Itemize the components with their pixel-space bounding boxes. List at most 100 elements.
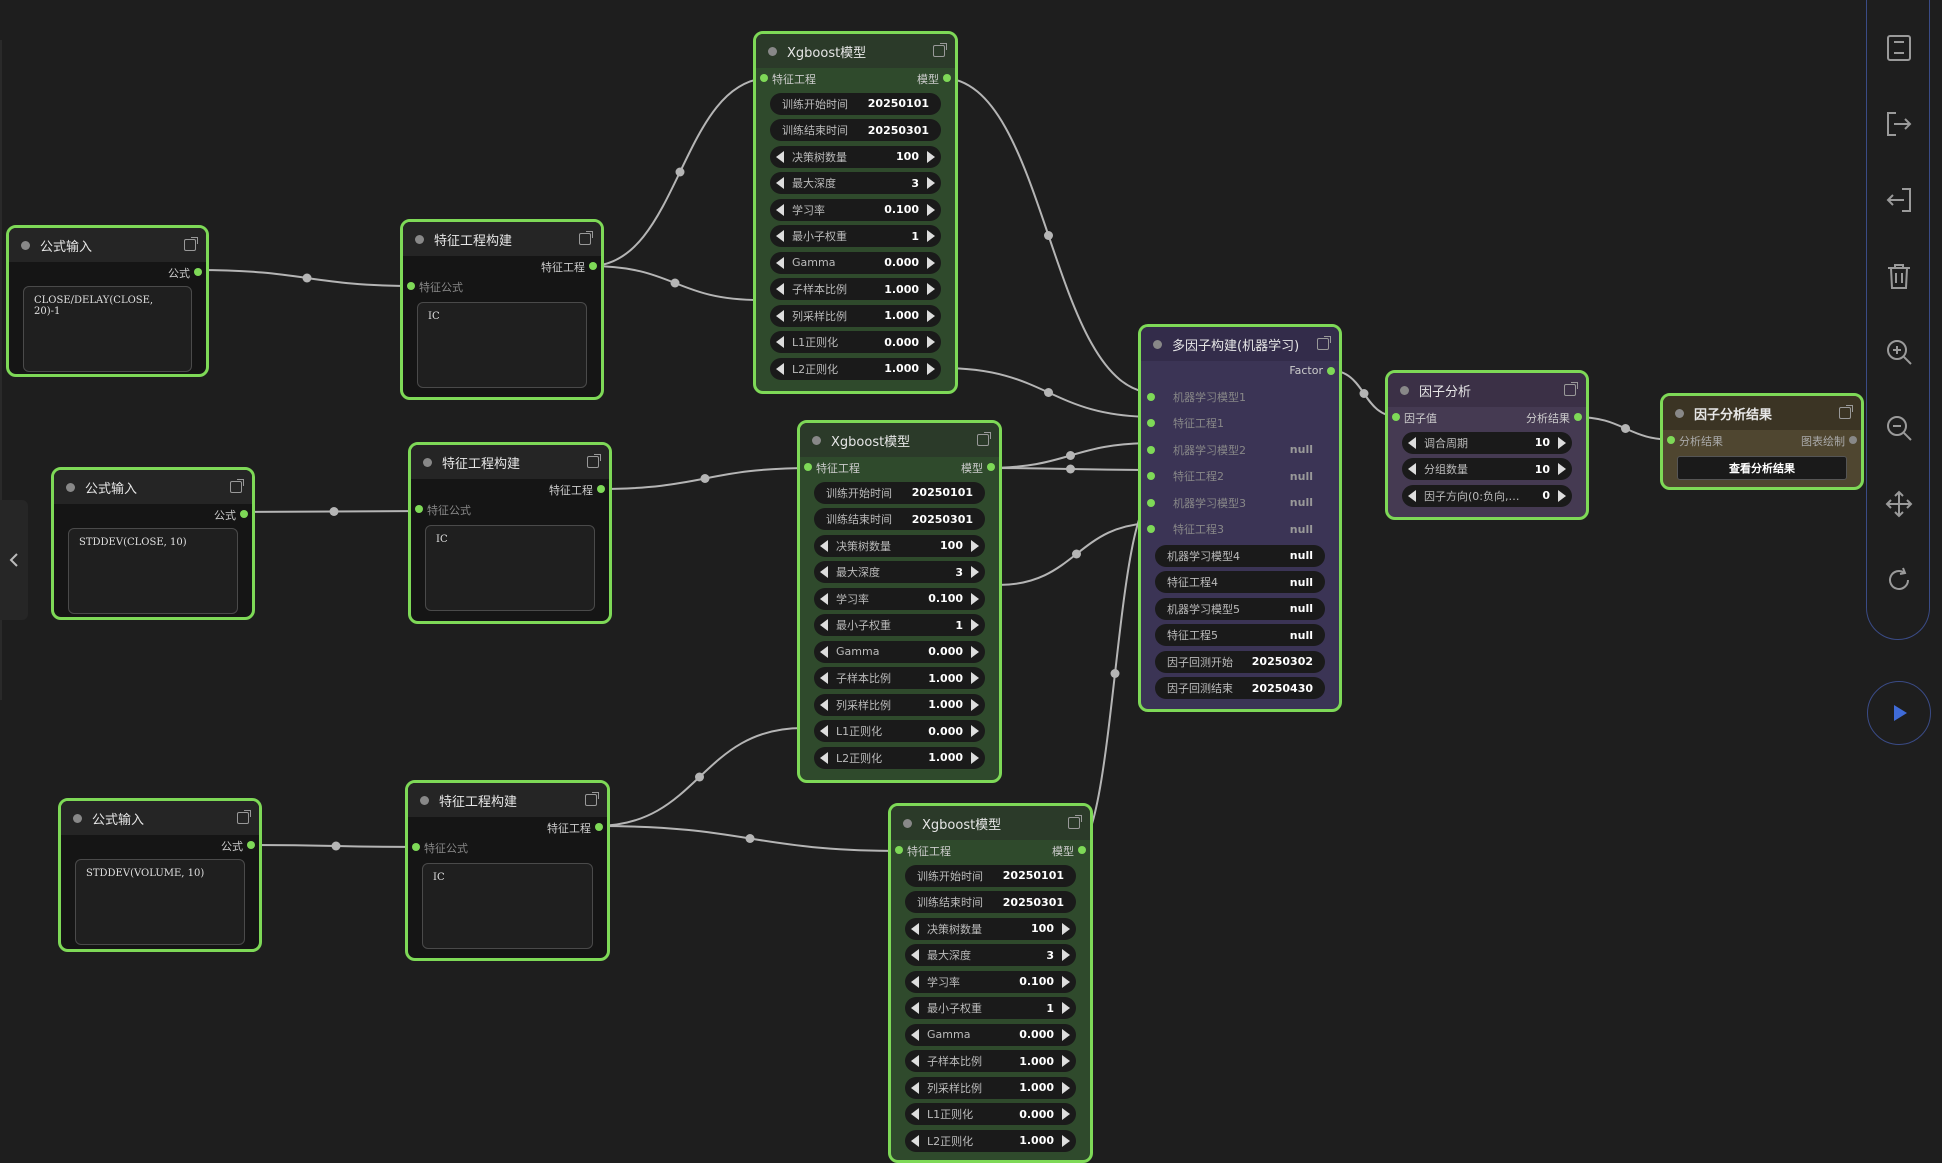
view-results-button[interactable]: 查看分析结果 <box>1677 456 1847 480</box>
increment-arrow-icon[interactable] <box>927 230 935 242</box>
edit-icon[interactable] <box>585 792 599 806</box>
decrement-arrow-icon[interactable] <box>820 619 828 631</box>
number-stepper[interactable]: 子样本比例 1.000 <box>814 667 985 689</box>
increment-arrow-icon[interactable] <box>1558 436 1566 449</box>
import-icon[interactable] <box>1883 184 1915 216</box>
input-slot[interactable]: 特征工程1 <box>1147 412 1325 434</box>
decrement-arrow-icon[interactable] <box>820 698 828 711</box>
formula-textarea[interactable]: STDDEV(VOLUME, 10) <box>75 859 245 945</box>
decrement-arrow-icon[interactable] <box>911 1108 919 1120</box>
number-stepper[interactable]: 学习率 0.100 <box>905 970 1076 993</box>
decrement-arrow-icon[interactable] <box>820 672 828 684</box>
decrement-arrow-icon[interactable] <box>911 1081 919 1094</box>
number-stepper[interactable]: 学习率 0.100 <box>814 587 985 610</box>
xgboost-model-node[interactable]: Xgboost模型 特征工程 模型 训练开始时间 20250101 训练结束时间 20250… <box>753 31 958 394</box>
increment-arrow-icon[interactable] <box>1062 1108 1070 1120</box>
increment-arrow-icon[interactable] <box>927 203 935 216</box>
number-stepper[interactable]: 子样本比例 1.000 <box>905 1050 1076 1072</box>
number-stepper[interactable]: 决策树数量 100 <box>905 917 1076 940</box>
collapse-dot[interactable] <box>423 457 432 467</box>
output-socket[interactable] <box>589 262 597 270</box>
edit-icon[interactable] <box>587 454 601 468</box>
decrement-arrow-icon[interactable] <box>911 1002 919 1014</box>
edit-icon[interactable] <box>977 432 991 446</box>
param-field[interactable]: 因子回测结束 20250430 <box>1155 677 1325 699</box>
input-slot[interactable]: 机器学习模型2 null <box>1147 439 1325 461</box>
increment-arrow-icon[interactable] <box>927 150 935 163</box>
edit-icon[interactable] <box>1839 405 1853 419</box>
input-socket[interactable] <box>1147 419 1155 427</box>
number-stepper[interactable]: L2正则化 1.000 <box>814 746 985 769</box>
input-socket[interactable] <box>760 74 768 82</box>
number-stepper[interactable]: 学习率 0.100 <box>770 198 941 221</box>
refresh-icon[interactable] <box>1883 564 1915 596</box>
decrement-arrow-icon[interactable] <box>820 725 828 737</box>
feature-engineering-node[interactable]: 特征工程构建 特征工程 特征公式 IC <box>400 219 604 400</box>
increment-arrow-icon[interactable] <box>971 725 979 737</box>
number-stepper[interactable]: Gamma 0.000 <box>770 251 941 274</box>
input-slot[interactable]: 特征工程3 null <box>1147 518 1325 540</box>
param-field[interactable]: 特征工程5 null <box>1155 624 1325 646</box>
increment-arrow-icon[interactable] <box>971 645 979 658</box>
move-icon[interactable] <box>1883 488 1915 520</box>
output-socket[interactable] <box>240 510 248 518</box>
collapse-dot[interactable] <box>415 234 424 244</box>
increment-arrow-icon[interactable] <box>971 592 979 605</box>
save-icon[interactable] <box>1883 32 1915 64</box>
input-socket[interactable] <box>1667 436 1675 444</box>
input-socket[interactable] <box>1147 392 1155 401</box>
input-socket[interactable] <box>407 282 415 290</box>
increment-arrow-icon[interactable] <box>971 672 979 684</box>
number-stepper[interactable]: 调合周期 10 <box>1402 431 1572 454</box>
formula-textarea[interactable]: CLOSE/DELAY(CLOSE, 20)-1 <box>23 286 192 372</box>
zoom-in-icon[interactable] <box>1883 336 1915 368</box>
feature-engineering-node[interactable]: 特征工程构建 特征工程 特征公式 IC <box>408 442 612 624</box>
analysis-result-node[interactable]: 因子分析结果 分析结果 图表绘制 查看分析结果 <box>1660 393 1864 490</box>
decrement-arrow-icon[interactable] <box>1408 463 1416 475</box>
increment-arrow-icon[interactable] <box>971 539 979 552</box>
input-socket[interactable] <box>1147 472 1155 480</box>
collapse-dot[interactable] <box>21 240 30 250</box>
number-stepper[interactable]: L2正则化 1.000 <box>770 357 941 380</box>
input-socket[interactable] <box>1147 525 1155 533</box>
decrement-arrow-icon[interactable] <box>1408 489 1416 502</box>
formula-input-node[interactable]: 公式输入 公式 STDDEV(CLOSE, 10) <box>51 467 255 620</box>
formula-input-node[interactable]: 公式输入 公式 CLOSE/DELAY(CLOSE, 20)-1 <box>6 225 209 377</box>
output-socket[interactable] <box>1327 367 1335 375</box>
decrement-arrow-icon[interactable] <box>1408 436 1416 449</box>
decrement-arrow-icon[interactable] <box>776 336 784 348</box>
decrement-arrow-icon[interactable] <box>776 230 784 242</box>
collapse-dot[interactable] <box>903 818 912 828</box>
date-field[interactable]: 训练结束时间 20250301 <box>905 891 1076 913</box>
input-socket[interactable] <box>1147 498 1155 507</box>
decrement-arrow-icon[interactable] <box>776 177 784 189</box>
decrement-arrow-icon[interactable] <box>776 150 784 163</box>
number-stepper[interactable]: Gamma 0.000 <box>814 640 985 663</box>
decrement-arrow-icon[interactable] <box>911 1134 919 1147</box>
number-stepper[interactable]: 因子方向(0:负向,… 0 <box>1402 484 1572 507</box>
number-stepper[interactable]: 最小子权重 1 <box>814 614 985 636</box>
number-stepper[interactable]: Gamma 0.000 <box>905 1023 1076 1046</box>
collapse-dot[interactable] <box>73 813 82 823</box>
increment-arrow-icon[interactable] <box>971 566 979 578</box>
number-stepper[interactable]: 列采样比例 1.000 <box>770 304 941 327</box>
increment-arrow-icon[interactable] <box>1062 1002 1070 1014</box>
edit-icon[interactable] <box>579 231 593 245</box>
input-socket[interactable] <box>1392 413 1400 421</box>
number-stepper[interactable]: 最小子权重 1 <box>770 225 941 247</box>
number-stepper[interactable]: 最大深度 3 <box>814 561 985 583</box>
number-stepper[interactable]: 列采样比例 1.000 <box>905 1076 1076 1099</box>
output-socket[interactable] <box>247 841 255 849</box>
sidebar-toggle[interactable] <box>0 500 28 620</box>
number-stepper[interactable]: 最大深度 3 <box>905 944 1076 966</box>
number-stepper[interactable]: 子样本比例 1.000 <box>770 278 941 300</box>
edit-icon[interactable] <box>1317 336 1331 350</box>
input-socket[interactable] <box>1147 445 1155 454</box>
decrement-arrow-icon[interactable] <box>820 751 828 764</box>
output-socket[interactable] <box>595 823 603 831</box>
feature-textarea[interactable]: IC <box>425 525 595 611</box>
trash-icon[interactable] <box>1883 260 1915 292</box>
number-stepper[interactable]: 决策树数量 100 <box>770 145 941 168</box>
xgboost-model-node[interactable]: Xgboost模型 特征工程 模型 训练开始时间 20250101 训练结束时间 20250… <box>797 420 1002 783</box>
feature-textarea[interactable]: IC <box>422 863 593 949</box>
